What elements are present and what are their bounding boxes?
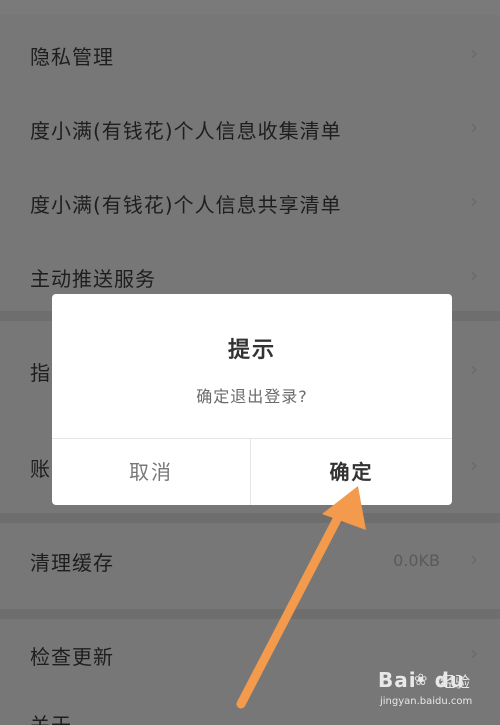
watermark-url: jingyan.baidu.com (380, 696, 473, 707)
arrow-head (322, 486, 366, 530)
watermark-text: 经验 (440, 673, 471, 691)
baidu-jingyan-watermark: Bai du ❀ 经验 jingyan.baidu.com (378, 668, 494, 718)
pointer-arrow-annotation (236, 486, 366, 709)
arrow-shaft (236, 497, 351, 709)
paw-icon: ❀ (414, 670, 428, 689)
